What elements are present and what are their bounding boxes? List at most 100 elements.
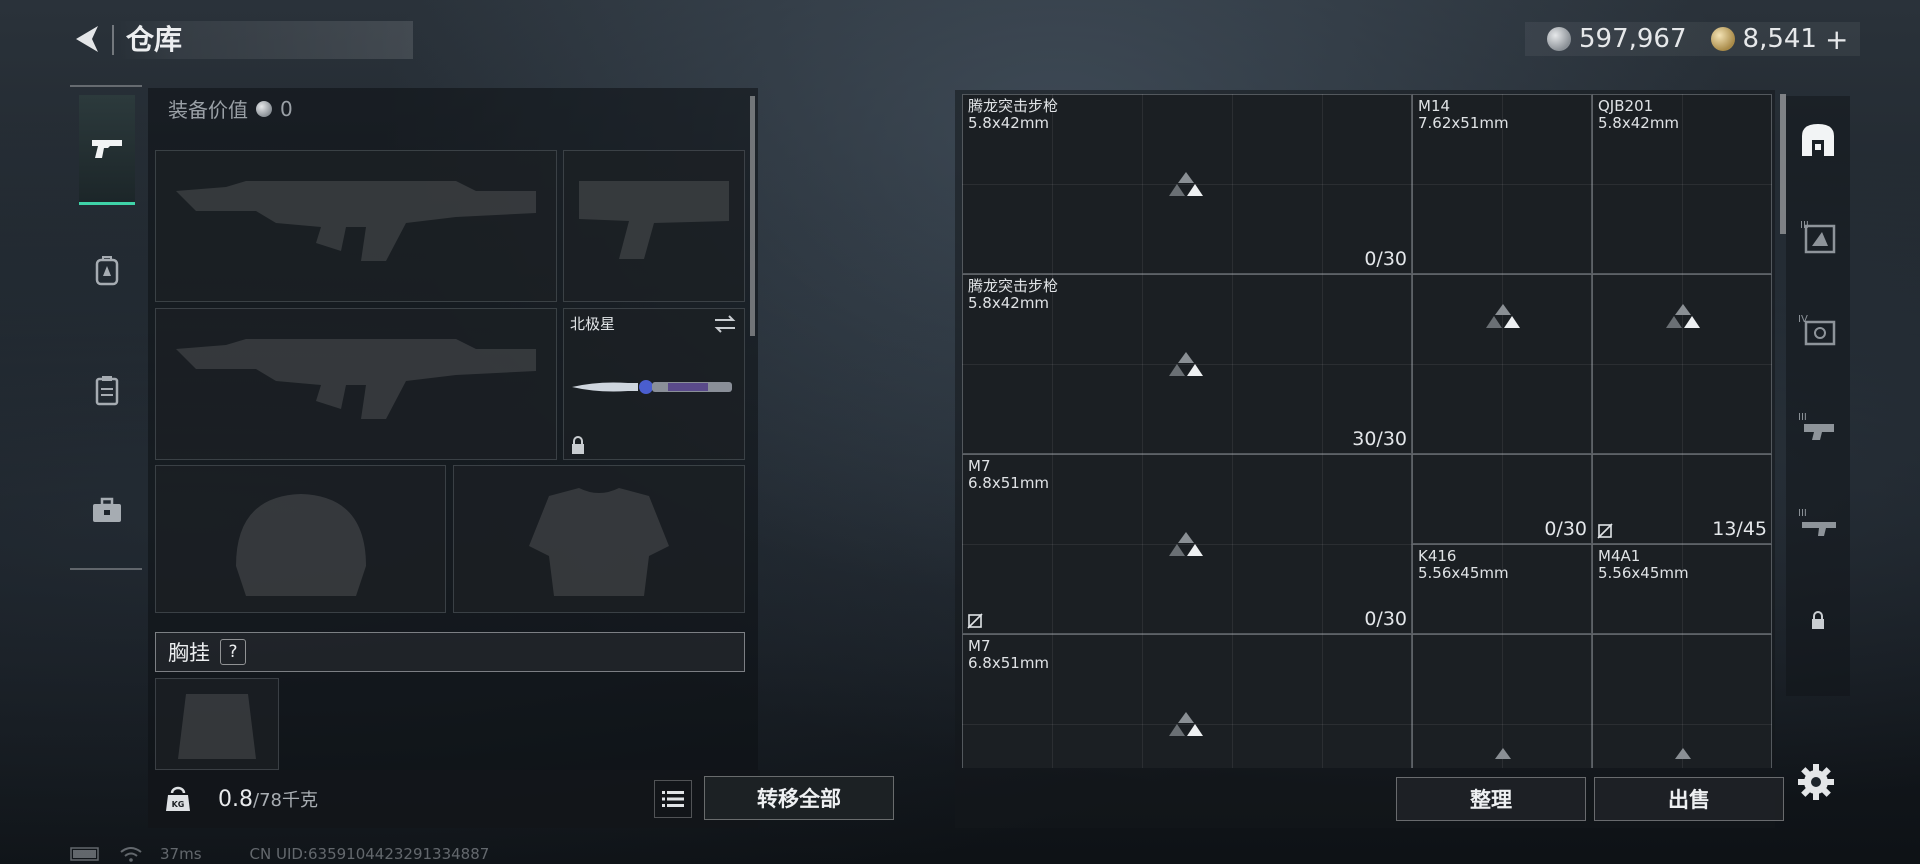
melee-weapon-slot[interactable]: 北极星 [563,308,745,460]
rifle-silhouette-icon [176,181,536,261]
storage-item-tenglong-rifle[interactable]: 腾龙突击步枪 5.8x42mm 0/30 [962,94,1412,274]
gear-level-iii-icon: III [1798,412,1834,440]
backpack-icon [95,256,119,286]
item-caliber: 5.8x42mm [968,294,1050,312]
item-name: M4A1 5.56x45mm [1598,548,1689,582]
rarity-triangle-icon [1486,304,1520,328]
tab-bar-bottom-divider [70,568,142,570]
tab-bar-top-divider [70,85,142,87]
settings-gear-icon[interactable] [1796,762,1836,802]
item-title: M7 [968,457,991,475]
no-magazine-icon [1597,523,1613,539]
sort-button[interactable]: 整理 [1396,777,1586,821]
storage-item-m7[interactable]: M7 6.8x51mm 0/30 [962,454,1412,634]
item-name: 腾龙突击步枪 5.8x42mm [968,278,1058,312]
rarity-triangle-icon [1169,532,1203,556]
silver-coin-icon [256,100,272,117]
storage-item-tenglong-rifle-2[interactable]: 腾龙突击步枪 5.8x42mm 30/30 [962,274,1412,454]
gold-amount: 8,541 [1742,24,1817,54]
item-name: M7 6.8x51mm [968,638,1049,672]
svg-text:III: III [1798,508,1807,519]
secondary-weapon-slot[interactable] [563,150,745,302]
currency-display: 597,967 8,541 + [1525,22,1860,56]
weight-readout: 0.8/78千克 [218,786,318,812]
sell-button[interactable]: 出售 [1594,777,1784,821]
item-caliber: 5.8x42mm [1598,114,1680,132]
weight-kg-icon: KG [166,786,190,811]
tab-storage-armor-iii[interactable]: III [1796,214,1840,258]
ammo-count: 0/30 [1364,248,1407,270]
lock-icon [572,436,584,454]
item-title: 腾龙突击步枪 [968,277,1059,295]
storage-item-slot[interactable] [1592,274,1772,454]
storage-item-m4a1[interactable]: M4A1 5.56x45mm [1592,544,1772,634]
storage-item-slot[interactable] [1412,274,1592,454]
knife-icon [572,380,732,394]
ammo-count: 0/30 [1544,518,1587,540]
item-name: M14 7.62x51mm [1418,98,1509,132]
storage-item-m14[interactable]: M14 7.62x51mm [1412,94,1592,274]
storage-item-magazine[interactable]: 13/45 [1592,454,1772,544]
add-currency-button[interactable]: + [1825,23,1848,56]
transfer-all-button[interactable]: 转移全部 [704,776,894,820]
equipment-value-amount: 0 [280,96,293,121]
chest-rig-slot[interactable] [155,678,279,770]
storage-item-k416[interactable]: K416 5.56x45mm [1412,544,1592,634]
item-name: 腾龙突击步枪 5.8x42mm [968,98,1058,132]
item-title: M7 [968,637,991,655]
battery-icon [70,847,99,861]
gold-coin-icon [1710,27,1735,51]
tab-tools[interactable] [79,455,135,565]
help-button[interactable]: ? [220,639,246,665]
tab-storage-main[interactable] [1796,118,1840,162]
ammo-count: 0/30 [1364,608,1407,630]
primary-weapon-slot[interactable] [155,150,557,302]
item-caliber: 6.8x51mm [968,654,1050,672]
tab-storage-weapon-iii[interactable]: III [1796,502,1840,546]
status-bar: 37ms CN UID:6359104423291334887 [70,845,489,863]
item-title: K416 [1418,547,1457,565]
weight-max: /78千克 [253,790,318,811]
item-title: M4A1 [1598,547,1641,565]
tab-weapons[interactable] [79,95,135,205]
ammo-count: 30/30 [1352,428,1407,450]
item-caliber: 6.8x51mm [968,474,1050,492]
armor-level-iii-icon: III [1800,220,1836,254]
back-arrow-icon[interactable] [70,24,104,54]
storage-item-m7-2[interactable]: M7 6.8x51mm [962,634,1412,768]
gear-level-iv-icon: IV [1798,314,1836,346]
armor-slot[interactable] [453,465,745,613]
chest-rig-header[interactable]: 胸挂 ? [155,632,745,672]
tab-storage-gear-iii[interactable]: III [1796,406,1840,450]
weight-bar: KG 0.8/78千克 转移全部 [148,770,894,828]
storage-item-magazine[interactable]: 0/30 [1412,454,1592,544]
tab-backpack[interactable] [79,215,135,325]
list-view-button[interactable] [654,780,692,818]
no-magazine-icon [967,613,983,629]
latency: 37ms [160,845,202,863]
rarity-triangle-icon [1495,748,1511,759]
left-tab-bar [70,85,142,570]
rifle-silhouette-icon [176,339,536,419]
weapon-level-iii-icon: III [1798,508,1836,536]
rarity-triangle-icon [1675,748,1691,759]
rarity-triangle-icon [1666,304,1700,328]
tab-armor[interactable] [79,335,135,445]
clipboard-icon [95,376,119,406]
second-primary-weapon-slot[interactable] [155,308,557,460]
equipment-scrollbar[interactable] [750,96,755,336]
user-uid: CN UID:6359104423291334887 [249,845,490,863]
storage-item-slot[interactable] [1412,634,1592,768]
helmet-slot[interactable] [155,465,446,613]
pistol-icon [92,139,122,158]
page-title: 仓库 [118,21,413,59]
tab-storage-locked[interactable] [1796,598,1840,642]
swap-icon[interactable] [712,313,738,335]
melee-weapon-name: 北极星 [570,315,616,333]
storage-icon [1802,124,1834,156]
item-name: QJB201 5.8x42mm [1598,98,1679,132]
storage-item-slot[interactable] [1592,634,1772,768]
storage-item-qjb201[interactable]: QJB201 5.8x42mm [1592,94,1772,274]
tab-storage-gear-iv[interactable]: IV [1796,308,1840,352]
item-title: M14 [1418,97,1451,115]
